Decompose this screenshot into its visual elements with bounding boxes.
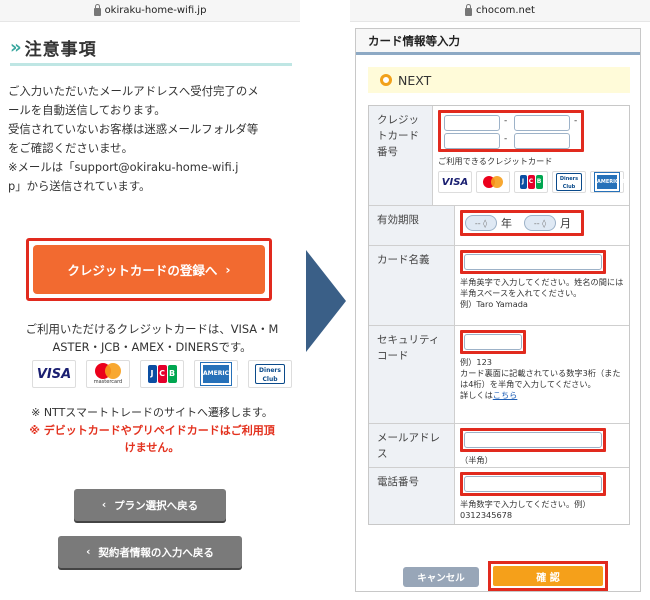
- form-table: クレジットカード番号 - - - ご利用できるクレジットカード VISA J C…: [368, 105, 630, 525]
- next-label: NEXT: [398, 72, 432, 88]
- security-code-row: セキュリティコード 例）123 カード裏面に記載されている数字3桁（または4桁）…: [369, 326, 629, 424]
- expiry-year-select[interactable]: -- ◊: [465, 215, 497, 231]
- visa-logo: VISA: [438, 171, 472, 193]
- card-number-row: クレジットカード番号 - - - ご利用できるクレジットカード VISA J C…: [369, 106, 629, 206]
- visa-logo: VISA: [32, 360, 76, 388]
- register-credit-card-label: クレジットカードの登録へ: [67, 263, 218, 278]
- form-title: カード情報等入力: [356, 29, 640, 55]
- expiry-month-select[interactable]: -- ◊: [524, 215, 556, 231]
- notice-line: 受信されていないお客様は迷惑メールフォルダ等: [8, 122, 259, 136]
- mail-highlight: [460, 428, 606, 452]
- phone-example: 0312345678: [460, 510, 513, 520]
- notice-line: ※メールは「support@okiraku-home-wifi.j: [8, 160, 239, 174]
- usable-cards-text: ご利用いただけるクレジットカードは、VISA・M ASTER・JCB・AMEX・…: [8, 320, 296, 356]
- address-bar-right[interactable]: chocom.net: [350, 0, 650, 22]
- phone-row: 電話番号 半角数字で入力してください。例） 0312345678: [369, 468, 629, 524]
- amex-logo: AMERICAN EXPRESS: [194, 360, 239, 395]
- card-name-input[interactable]: [464, 254, 602, 270]
- expiry-row: 有効期限 -- ◊ 年 -- ◊ 月: [369, 206, 629, 246]
- diners-logo: Diners Club: [248, 360, 292, 388]
- ntt-redirect-note: ※ NTTスマートトレードのサイトへ遷移します。: [31, 406, 273, 419]
- phone-highlight: [460, 472, 606, 496]
- card-logos: VISA mastercard J C B AMERICAN EXPRESS D…: [32, 360, 292, 395]
- url-text: chocom.net: [476, 5, 535, 16]
- section-heading: » 注意事項: [10, 32, 292, 66]
- security-code-highlight: [460, 330, 526, 354]
- left-screenshot: okiraku-home-wifi.jp » 注意事項 ご入力いただいたメールア…: [0, 0, 300, 600]
- debit-warning: ※ デビットカードやプリペイドカードはご利用頂 けません。: [8, 422, 296, 456]
- cancel-button[interactable]: キャンセル: [403, 567, 479, 587]
- back-to-plan-button[interactable]: ‹ プラン選択へ戻る: [74, 489, 226, 521]
- chevron-right-icon: ›: [225, 262, 231, 277]
- amex-logo: AMERICAN EXPRESS: [590, 171, 627, 199]
- usable-line: ご利用いただけるクレジットカードは、VISA・M: [25, 322, 279, 336]
- phone-field[interactable]: [464, 476, 602, 492]
- expiry-highlight: -- ◊ 年 -- ◊ 月: [460, 210, 584, 236]
- notice-line: をご確認くださいませ。: [8, 141, 133, 155]
- card-name-row: カード名義 半角英字で入力してください。姓名の間には半角スペースを入れてください…: [369, 246, 629, 326]
- card-number-input-4[interactable]: [514, 133, 570, 149]
- lock-icon: [465, 3, 473, 16]
- next-step-bar: NEXT: [368, 67, 630, 93]
- jcb-logo: J C B: [140, 360, 184, 388]
- security-example: 例）123: [460, 357, 493, 367]
- register-credit-card-button[interactable]: クレジットカードの登録へ ›: [33, 245, 265, 294]
- card-number-label: クレジットカード番号: [369, 106, 433, 205]
- usable-cards-note: ご利用できるクレジットカード: [438, 156, 553, 166]
- card-number-input-2[interactable]: [514, 115, 570, 131]
- phone-note: 半角数字で入力してください。例）: [460, 499, 591, 509]
- radio-circle-icon: [380, 74, 392, 86]
- security-code-input[interactable]: [464, 334, 522, 350]
- card-logos-small: VISA J C B Diners Club AMERICAN EXPRESS: [438, 171, 627, 199]
- warning-line: ※ デビットカードやプリペイドカードはご利用頂: [29, 424, 275, 437]
- card-number-highlight: - - -: [438, 110, 584, 152]
- confirm-highlight: 確 認: [488, 561, 608, 591]
- card-number-input-3[interactable]: [444, 133, 500, 149]
- diners-logo: Diners Club: [552, 171, 586, 193]
- month-label: 月: [560, 216, 571, 230]
- card-name-example: 例）Taro Yamada: [460, 299, 528, 309]
- notice-line: ご入力いただいたメールアドレスへ受付完了のメ: [8, 84, 259, 98]
- lock-icon: [93, 3, 101, 16]
- mastercard-logo: [476, 171, 510, 193]
- back-to-contract-button[interactable]: ‹ 契約者情報の入力へ戻る: [58, 536, 242, 568]
- chevron-left-icon: ‹: [86, 546, 91, 558]
- expiry-label: 有効期限: [369, 206, 455, 245]
- right-screenshot: chocom.net カード情報等入力 NEXT クレジットカード番号 - - …: [350, 0, 650, 600]
- mastercard-logo: mastercard: [86, 360, 130, 388]
- year-label: 年: [501, 216, 512, 230]
- phone-label: 電話番号: [369, 468, 455, 524]
- double-chevron-icon: »: [10, 37, 22, 58]
- mail-note: （半角）: [460, 455, 493, 465]
- back-to-contract-label: 契約者情報の入力へ戻る: [98, 546, 214, 559]
- details-link[interactable]: こちら: [493, 390, 518, 400]
- warning-line: けません。: [124, 441, 180, 454]
- card-name-note: 半角英字で入力してください。姓名の間には半角スペースを入れてください。: [460, 277, 624, 298]
- cc-button-highlight: クレジットカードの登録へ ›: [26, 238, 272, 301]
- card-number-input-1[interactable]: [444, 115, 500, 131]
- notice-line: ールを自動送信しております。: [8, 103, 166, 117]
- security-detail: 詳しくはこちら: [460, 390, 518, 400]
- mail-row: メールアドレス （半角）: [369, 424, 629, 468]
- card-form: カード情報等入力 NEXT クレジットカード番号 - - - ご利用できるクレジ…: [355, 28, 641, 592]
- chevron-left-icon: ‹: [101, 499, 107, 511]
- notice-text: ご入力いただいたメールアドレスへ受付完了のメ ールを自動送信しております。 受信…: [8, 82, 294, 196]
- url-text: okiraku-home-wifi.jp: [104, 5, 207, 16]
- confirm-button[interactable]: 確 認: [493, 566, 603, 586]
- jcb-logo: J C B: [514, 171, 548, 193]
- security-code-label: セキュリティコード: [369, 326, 455, 423]
- page-title: 注意事項: [24, 40, 97, 60]
- usable-line: ASTER・JCB・AMEX・DINERSです。: [52, 340, 252, 354]
- right-arrow-icon: [306, 250, 346, 352]
- card-name-label: カード名義: [369, 246, 455, 325]
- back-to-plan-label: プラン選択へ戻る: [114, 499, 199, 512]
- address-bar-left[interactable]: okiraku-home-wifi.jp: [0, 0, 300, 22]
- notice-line: p」から送信されています。: [8, 179, 151, 193]
- email-field[interactable]: [464, 432, 602, 448]
- mail-label: メールアドレス: [369, 424, 455, 467]
- security-note: カード裏面に記載されている数字3桁（または4桁）を半角で入力してください。: [460, 368, 621, 389]
- card-name-highlight: [460, 250, 606, 274]
